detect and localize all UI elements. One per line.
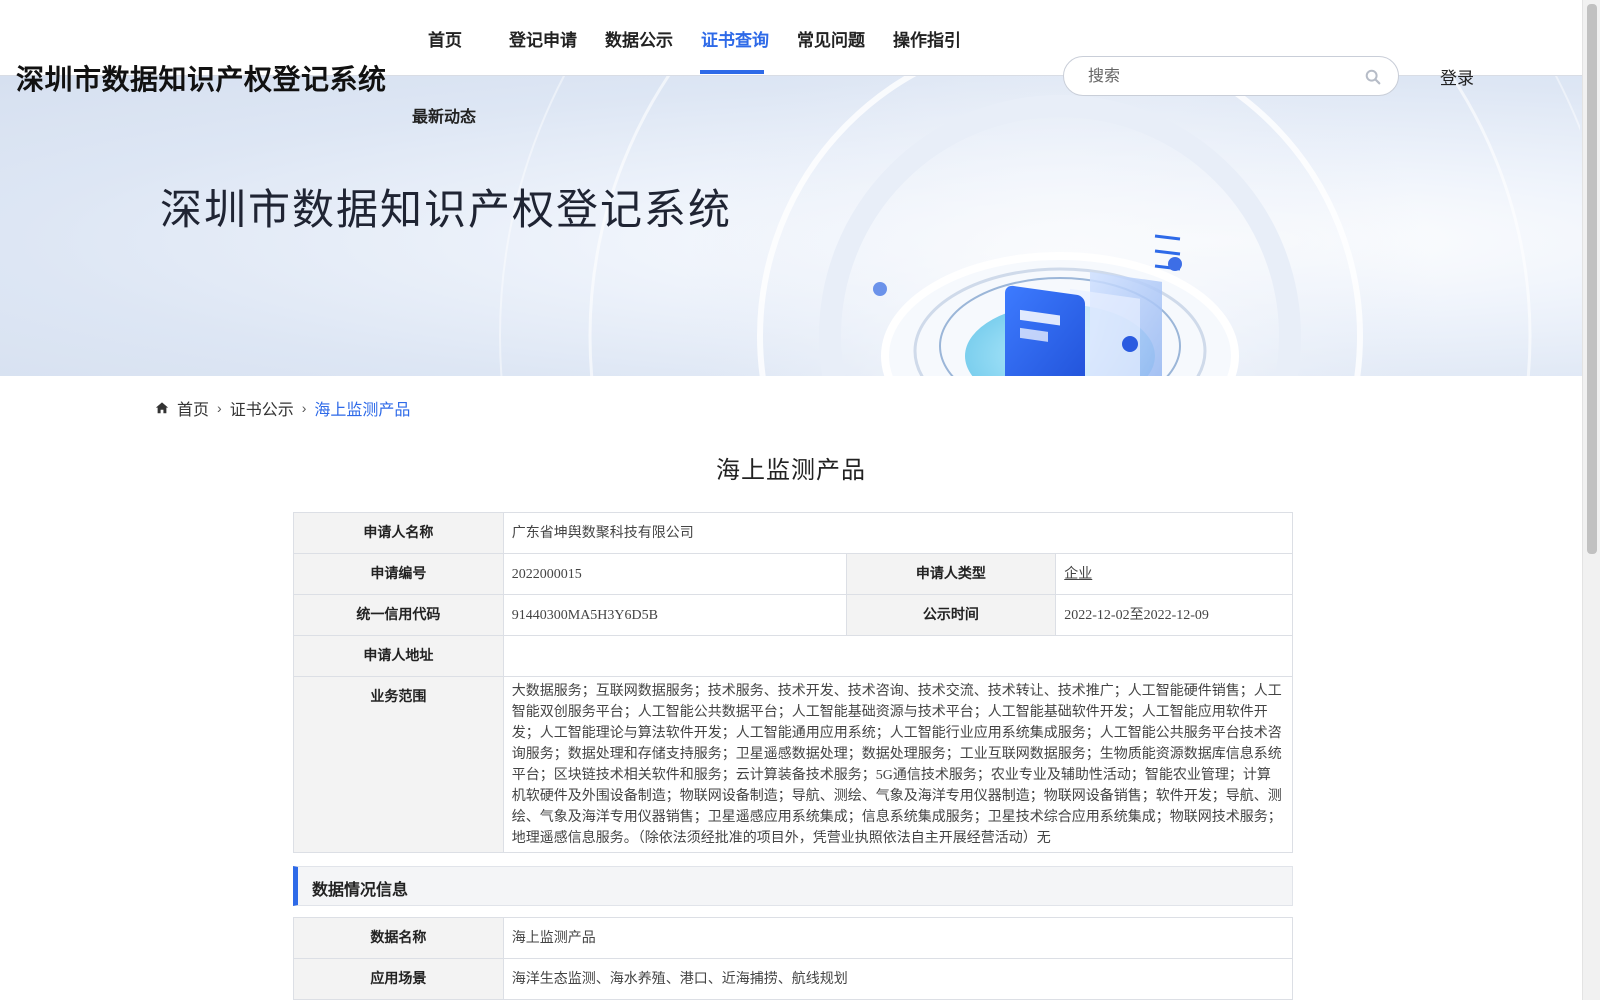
business-scope-value: 大数据服务；互联网数据服务；技术服务、技术开发、技术咨询、技术交流、技术转让、技… <box>502 676 1294 853</box>
nav-faq[interactable]: 常见问题 <box>797 26 865 51</box>
nav-register-apply[interactable]: 登记申请 <box>509 26 577 51</box>
applicant-type-label: 申请人类型 <box>845 553 1057 595</box>
breadcrumb-home[interactable]: 首页 <box>177 396 209 420</box>
data-name-value: 海上监测产品 <box>502 917 1294 959</box>
data-info-table: 数据名称 海上监测产品 应用场景 海洋生态监测、海水养殖、港口、近海捕捞、航线规… <box>293 917 1294 1000</box>
applicant-address-value <box>502 635 1294 677</box>
scrollbar-thumb[interactable] <box>1587 4 1597 554</box>
page-title: 海上监测产品 <box>716 458 866 484</box>
table-row: 申请编号 2022000015 申请人类型 企业 <box>293 553 1293 595</box>
credit-code-value: 91440300MA5H3Y6D5B <box>502 594 847 636</box>
site-title[interactable]: 深圳市数据知识产权登记系统 <box>16 58 387 98</box>
table-row: 应用场景 海洋生态监测、海水养殖、港口、近海捕捞、航线规划 <box>293 958 1294 1000</box>
applicant-name-value: 广东省坤舆数聚科技有限公司 <box>502 512 1294 554</box>
breadcrumb-current[interactable]: 海上监测产品 <box>314 396 410 420</box>
publicity-period-value: 2022-12-02至2022-12-09 <box>1055 594 1293 636</box>
chevron-right-icon: › <box>301 400 307 416</box>
credit-code-label: 统一信用代码 <box>293 594 504 636</box>
table-row: 申请人名称 广东省坤舆数聚科技有限公司 <box>293 512 1294 554</box>
table-row: 统一信用代码 91440300MA5H3Y6D5B 公示时间 2022-12-0… <box>293 594 1293 636</box>
application-scene-value: 海洋生态监测、海水养殖、港口、近海捕捞、航线规划 <box>502 958 1294 1000</box>
page-scrollbar[interactable] <box>1582 0 1600 1000</box>
search-input[interactable] <box>1088 66 1348 88</box>
application-scene-label: 应用场景 <box>293 958 504 1000</box>
search-box <box>1063 56 1399 96</box>
chevron-right-icon: › <box>217 400 222 416</box>
section-title: 数据情况信息 <box>312 882 409 899</box>
applicant-type-value[interactable]: 企业 <box>1064 567 1092 582</box>
table-row: 业务范围 大数据服务；互联网数据服务；技术服务、技术开发、技术咨询、技术交流、技… <box>293 676 1294 853</box>
data-name-label: 数据名称 <box>293 917 504 959</box>
data-info-section-header: 数据情况信息 <box>293 866 1293 906</box>
hero-banner: 深圳市数据知识产权登记系统 <box>0 76 1582 376</box>
table-row: 数据名称 海上监测产品 <box>293 917 1294 959</box>
business-scope-label: 业务范围 <box>293 676 504 853</box>
nav-active-indicator <box>700 70 764 74</box>
nav-certificate-query[interactable]: 证书查询 <box>701 26 769 51</box>
login-link[interactable]: 登录 <box>1440 64 1474 89</box>
home-icon[interactable] <box>155 401 169 415</box>
applicant-info-table: 申请人名称 广东省坤舆数聚科技有限公司 申请编号 2022000015 申请人类… <box>293 512 1294 853</box>
applicant-name-label: 申请人名称 <box>293 512 504 554</box>
nav-latest-news[interactable]: 最新动态 <box>412 103 476 127</box>
breadcrumb: 首页 › 证书公示 › 海上监测产品 <box>155 396 410 420</box>
nav-data-publicity[interactable]: 数据公示 <box>605 26 673 51</box>
publicity-period-label: 公示时间 <box>845 594 1057 636</box>
nav-guide[interactable]: 操作指引 <box>893 26 961 51</box>
applicant-address-label: 申请人地址 <box>293 635 504 677</box>
application-no-value: 2022000015 <box>502 553 847 595</box>
nav-home[interactable]: 首页 <box>428 26 462 51</box>
application-no-label: 申请编号 <box>293 553 504 595</box>
breadcrumb-certificate-publicity[interactable]: 证书公示 <box>230 396 294 420</box>
banner-title: 深圳市数据知识产权登记系统 <box>160 188 733 234</box>
search-icon[interactable] <box>1364 68 1382 86</box>
table-row: 申请人地址 <box>293 635 1294 677</box>
